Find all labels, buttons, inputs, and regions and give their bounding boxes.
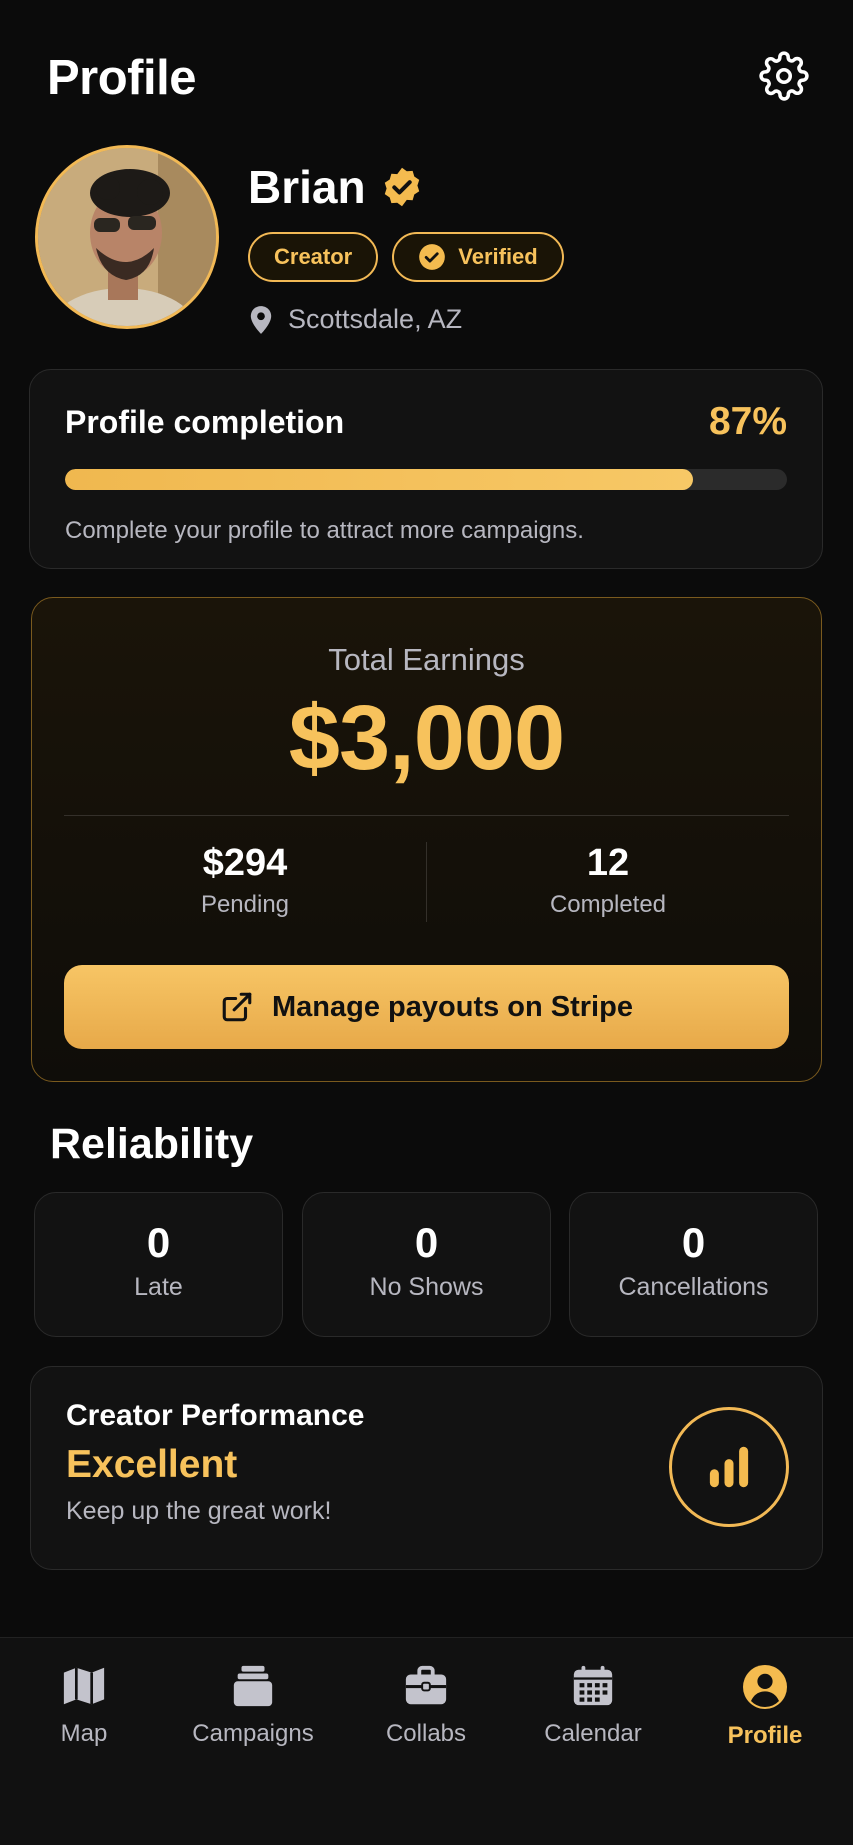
tab-calendar-label: Calendar bbox=[544, 1720, 642, 1747]
no-shows-label: No Shows bbox=[369, 1273, 484, 1301]
tab-collabs[interactable]: Collabs bbox=[351, 1663, 501, 1748]
location: Scottsdale, AZ bbox=[248, 304, 564, 335]
completion-percent: 87% bbox=[708, 400, 787, 443]
creator-chip: Creator bbox=[248, 232, 379, 282]
completion-title: Profile completion bbox=[65, 403, 345, 440]
pending-value: $294 bbox=[202, 842, 288, 884]
stack-icon bbox=[233, 1665, 273, 1707]
user-icon bbox=[743, 1665, 787, 1709]
completed-label: Completed bbox=[549, 891, 667, 918]
no-shows-value: 0 bbox=[414, 1219, 439, 1266]
late-card: 0 Late bbox=[34, 1192, 283, 1337]
pending-stat: $294 Pending bbox=[64, 842, 426, 922]
external-link-icon bbox=[222, 992, 252, 1022]
tab-map[interactable]: Map bbox=[9, 1663, 159, 1748]
earnings-total: $3,000 bbox=[288, 687, 565, 789]
gear-icon bbox=[759, 50, 809, 101]
creator-chip-label: Creator bbox=[274, 244, 353, 269]
pending-label: Pending bbox=[200, 891, 290, 918]
header: Profile bbox=[47, 48, 809, 108]
performance-title: Creator Performance bbox=[66, 1399, 365, 1432]
completion-subtitle: Complete your profile to attract more ca… bbox=[65, 517, 584, 544]
creator-performance-card: Creator Performance Excellent Keep up th… bbox=[30, 1366, 823, 1570]
calendar-icon bbox=[573, 1665, 613, 1706]
tab-campaigns[interactable]: Campaigns bbox=[178, 1663, 328, 1748]
verified-chip: Verified bbox=[392, 232, 564, 282]
tab-profile[interactable]: Profile bbox=[690, 1663, 840, 1750]
avatar-photo bbox=[38, 148, 216, 326]
earnings-card: Total Earnings $3,000 $294 Pending 12 Co… bbox=[31, 597, 822, 1082]
bottom-tab-bar: Map Campaigns Collabs Calendar Profile bbox=[0, 1637, 853, 1845]
profile-name: Brian bbox=[248, 161, 366, 213]
tab-campaigns-label: Campaigns bbox=[192, 1720, 314, 1747]
verified-badge-icon bbox=[384, 167, 419, 207]
avatar[interactable] bbox=[35, 145, 219, 329]
completion-progress-bar bbox=[65, 469, 787, 490]
bar-chart-icon bbox=[709, 1446, 749, 1488]
map-icon bbox=[63, 1667, 105, 1705]
location-pin-icon bbox=[250, 305, 272, 334]
profile-header: Brian Creator Verified Scottsdale, AZ bbox=[35, 145, 813, 335]
cancellations-card: 0 Cancellations bbox=[569, 1192, 818, 1337]
briefcase-icon bbox=[405, 1665, 447, 1705]
cancellations-value: 0 bbox=[681, 1219, 706, 1266]
profile-completion-card[interactable]: Profile completion 87% Complete your pro… bbox=[29, 369, 823, 569]
manage-payouts-button[interactable]: Manage payouts on Stripe bbox=[64, 965, 789, 1049]
earnings-label: Total Earnings bbox=[328, 642, 525, 677]
completed-value: 12 bbox=[586, 842, 630, 884]
check-circle-icon bbox=[419, 244, 446, 270]
tab-map-label: Map bbox=[60, 1720, 108, 1747]
settings-button[interactable] bbox=[759, 50, 809, 106]
tab-collabs-label: Collabs bbox=[385, 1720, 467, 1747]
tab-profile-label: Profile bbox=[727, 1722, 803, 1749]
late-label: Late bbox=[134, 1273, 183, 1301]
location-text: Scottsdale, AZ bbox=[288, 304, 463, 334]
tab-calendar[interactable]: Calendar bbox=[518, 1663, 668, 1748]
completion-progress-fill bbox=[65, 469, 694, 490]
verified-chip-label: Verified bbox=[458, 244, 538, 269]
no-shows-card: 0 No Shows bbox=[302, 1192, 551, 1337]
manage-payouts-label: Manage payouts on Stripe bbox=[272, 990, 633, 1023]
performance-badge bbox=[669, 1407, 789, 1527]
completed-stat: 12 Completed bbox=[427, 842, 789, 922]
reliability-title: Reliability bbox=[50, 1120, 254, 1168]
cancellations-label: Cancellations bbox=[618, 1273, 769, 1301]
late-value: 0 bbox=[146, 1219, 171, 1266]
earnings-divider bbox=[64, 815, 789, 816]
page-title: Profile bbox=[47, 51, 196, 105]
